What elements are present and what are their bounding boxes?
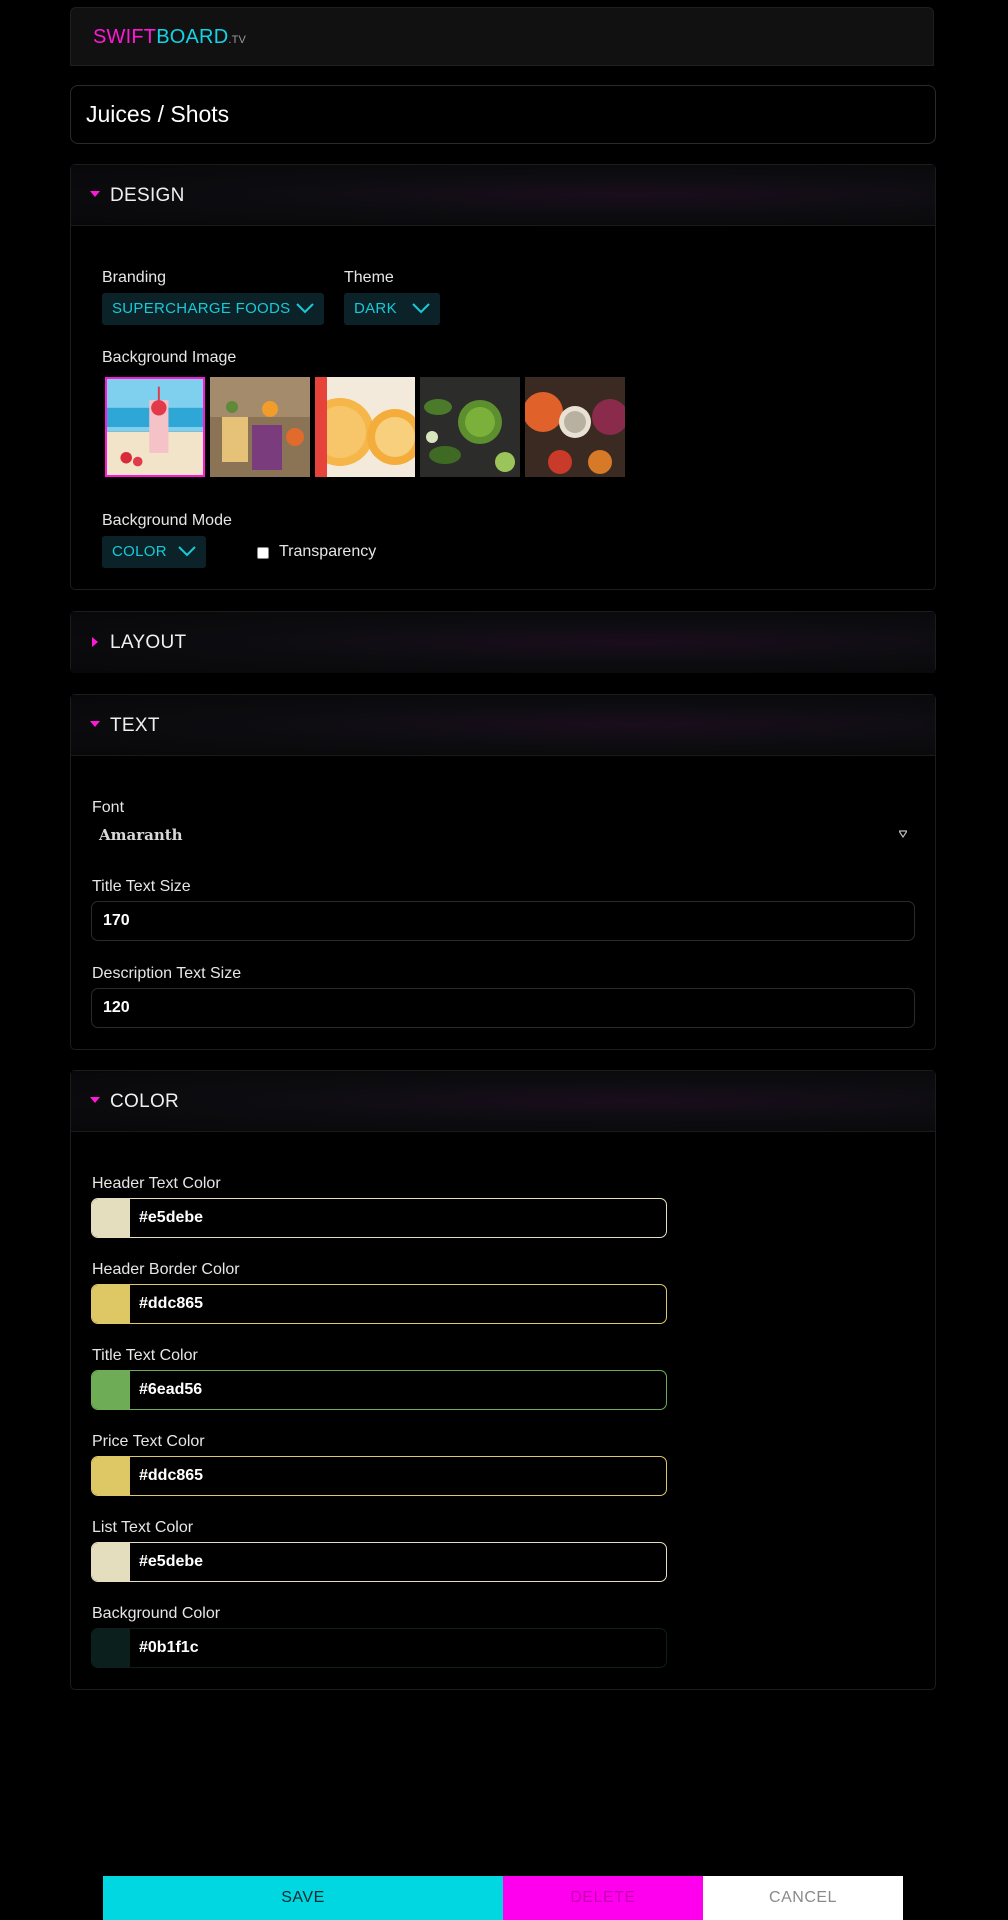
color-hex-value: #ddc865 [139, 1467, 204, 1484]
design-panel-title: DESIGN [110, 185, 185, 206]
title-text-color-label: Title Text Color [92, 1347, 198, 1364]
layout-panel-title: LAYOUT [110, 632, 187, 653]
price-text-color-label: Price Text Color [92, 1433, 205, 1450]
theme-value: DARK [354, 300, 397, 317]
logo-tv: .TV [228, 34, 247, 46]
color-swatch[interactable] [92, 1543, 130, 1581]
color-swatch[interactable] [92, 1457, 130, 1495]
theme-label: Theme [344, 269, 394, 286]
branding-value: SUPERCHARGE FOODS [112, 300, 291, 317]
logo[interactable]: SWIFTBOARD.TV [93, 26, 246, 49]
background-color-label: Background Color [92, 1605, 221, 1622]
bg-mode-select[interactable]: COLOR [102, 536, 206, 568]
transparency-checkbox[interactable] [257, 547, 269, 559]
title-size-value: 170 [103, 912, 130, 929]
delete-button[interactable]: DELETE [503, 1876, 703, 1920]
font-label: Font [92, 799, 125, 816]
list-text-color-input[interactable]: #e5debe [91, 1542, 667, 1582]
chevron-down-icon [296, 303, 314, 314]
chevron-down-icon [178, 546, 196, 557]
bg-thumb-beach-drink[interactable] [105, 377, 205, 477]
caret-down-icon [90, 1097, 100, 1103]
color-swatch[interactable] [92, 1199, 130, 1237]
color-panel-title: COLOR [110, 1091, 180, 1112]
page-title: Juices / Shots [86, 101, 230, 127]
desc-size-value: 120 [103, 999, 130, 1016]
branding-select[interactable]: SUPERCHARGE FOODS [102, 293, 324, 325]
logo-bar: SWIFTBOARD.TV [70, 7, 934, 66]
layout-panel-header[interactable]: LAYOUT [71, 612, 935, 673]
bg-thumb-green-juice[interactable] [420, 377, 520, 477]
transparency-label: Transparency [279, 543, 377, 560]
caret-down-icon [90, 191, 100, 197]
color-hex-value: #6ead56 [139, 1381, 203, 1398]
logo-board: BOARD [156, 26, 229, 48]
layout-panel: LAYOUT [70, 611, 936, 673]
color-swatch[interactable] [92, 1285, 130, 1323]
header-border-color-label: Header Border Color [92, 1261, 240, 1278]
color-hex-value: #e5debe [139, 1553, 204, 1570]
caret-down-icon [90, 721, 100, 727]
title-size-input[interactable]: 170 [91, 901, 915, 941]
cancel-button[interactable]: CANCEL [703, 1876, 903, 1920]
color-panel-header[interactable]: COLOR [71, 1071, 935, 1132]
branding-label: Branding [102, 269, 167, 286]
price-text-color-input[interactable]: #ddc865 [91, 1456, 667, 1496]
theme-select[interactable]: DARK [344, 293, 440, 325]
bg-image-label: Background Image [102, 349, 237, 366]
header-border-color-input[interactable]: #ddc865 [91, 1284, 667, 1324]
color-hex-value: #0b1f1c [139, 1639, 199, 1656]
title-size-label: Title Text Size [92, 878, 191, 895]
title-input[interactable]: Juices / Shots [70, 85, 936, 144]
triangle-down-icon [899, 830, 907, 838]
bg-thumb-fruit-juices[interactable] [525, 377, 625, 477]
bg-thumb-orange-juice[interactable] [315, 377, 415, 477]
color-hex-value: #e5debe [139, 1209, 204, 1226]
bg-mode-value: COLOR [112, 543, 167, 560]
bg-mode-label: Background Mode [102, 512, 232, 529]
font-value: Amaranth [99, 826, 183, 844]
header-text-color-input[interactable]: #e5debe [91, 1198, 667, 1238]
header-text-color-label: Header Text Color [92, 1175, 221, 1192]
title-text-color-input[interactable]: #6ead56 [91, 1370, 667, 1410]
desc-size-label: Description Text Size [92, 965, 242, 982]
color-swatch[interactable] [92, 1629, 130, 1667]
list-text-color-label: List Text Color [92, 1519, 194, 1536]
color-hex-value: #ddc865 [139, 1295, 204, 1312]
color-swatch[interactable] [92, 1371, 130, 1409]
caret-right-icon [92, 637, 98, 647]
chevron-down-icon [412, 303, 430, 314]
save-button[interactable]: SAVE [103, 1876, 503, 1920]
text-panel-title: TEXT [110, 715, 160, 736]
text-panel-header[interactable]: TEXT [71, 695, 935, 756]
design-panel-header[interactable]: DESIGN [71, 165, 935, 226]
desc-size-input[interactable]: 120 [91, 988, 915, 1028]
bg-thumb-smoothies[interactable] [210, 377, 310, 477]
background-color-input[interactable]: #0b1f1c [91, 1628, 667, 1668]
logo-swift: SWIFT [93, 26, 157, 48]
